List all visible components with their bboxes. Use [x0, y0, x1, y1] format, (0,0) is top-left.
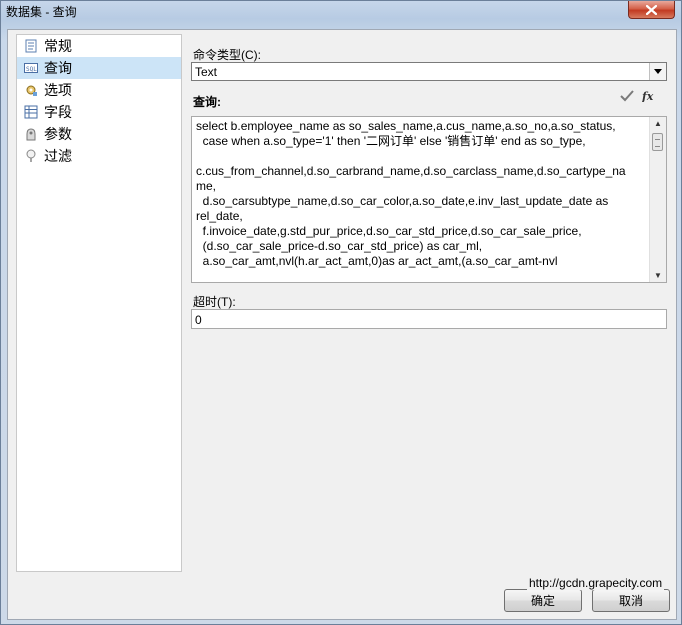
- query-line: [196, 149, 648, 164]
- options-icon: [23, 82, 39, 98]
- nav-item-general[interactable]: 常规: [17, 35, 181, 57]
- svg-text:fx: fx: [642, 90, 654, 102]
- scroll-up-icon[interactable]: ▲: [654, 119, 662, 128]
- nav-item-options[interactable]: 选项: [17, 79, 181, 101]
- dialog-content: 常规 SQL 查询 选项 字段 参数 过滤 命令类型(C): Text 查询: …: [7, 29, 677, 620]
- expression-fx-icon[interactable]: fx: [641, 90, 658, 105]
- query-line: me,: [196, 179, 217, 193]
- command-type-select[interactable]: Text: [191, 62, 667, 81]
- command-type-label: 命令类型(C):: [193, 48, 261, 62]
- title-bar: 数据集 - 查询: [1, 1, 681, 21]
- nav-item-fields[interactable]: 字段: [17, 101, 181, 123]
- query-line: f.invoice_date,g.std_pur_price,d.so_car_…: [196, 224, 582, 238]
- nav-item-label: 常规: [44, 38, 72, 54]
- query-line: a.so_car_amt,nvl(h.ar_act_amt,0)as ar_ac…: [196, 254, 558, 268]
- close-button[interactable]: [628, 1, 675, 19]
- dropdown-button[interactable]: [649, 63, 666, 80]
- query-scrollbar[interactable]: ▲ ▼: [649, 117, 666, 282]
- query-line: rel_date,: [196, 209, 243, 223]
- cancel-button[interactable]: 取消: [592, 589, 670, 612]
- close-icon: [646, 4, 657, 15]
- query-line: select b.employee_name as so_sales_name,…: [196, 119, 616, 133]
- window-title: 数据集 - 查询: [6, 5, 77, 19]
- ok-button[interactable]: 确定: [504, 589, 582, 612]
- scroll-down-icon[interactable]: ▼: [654, 271, 662, 280]
- chevron-down-icon: [654, 69, 662, 74]
- query-line: case when a.so_type='1' then '二网订单' else…: [196, 134, 586, 148]
- command-type-value: Text: [195, 65, 218, 79]
- svg-text:SQL: SQL: [26, 66, 37, 73]
- general-icon: [23, 38, 39, 54]
- validate-check-icon[interactable]: [620, 90, 634, 105]
- query-line: d.so_carsubtype_name,d.so_car_color,a.so…: [196, 194, 609, 208]
- nav-item-label: 选项: [44, 82, 72, 98]
- query-line: (d.so_car_sale_price-d.so_car_std_price)…: [196, 239, 483, 253]
- nav-item-filter[interactable]: 过滤: [17, 145, 181, 167]
- nav-item-query[interactable]: SQL 查询: [17, 57, 181, 79]
- timeout-input[interactable]: 0: [191, 309, 667, 329]
- query-icon: SQL: [23, 60, 39, 76]
- parameters-icon: [23, 126, 39, 142]
- nav-item-label: 过滤: [44, 148, 72, 164]
- cancel-button-label: 取消: [618, 594, 643, 608]
- ok-button-label: 确定: [530, 594, 555, 608]
- nav-list: 常规 SQL 查询 选项 字段 参数 过滤: [16, 34, 182, 572]
- fields-icon: [23, 104, 39, 120]
- query-label: 查询:: [193, 95, 221, 109]
- query-text: select b.employee_name as so_sales_name,…: [196, 119, 648, 269]
- nav-item-label: 字段: [44, 104, 72, 120]
- filter-icon: [23, 148, 39, 164]
- timeout-value: 0: [195, 313, 202, 327]
- nav-item-label: 查询: [44, 60, 72, 76]
- query-line: c.cus_from_channel,d.so_carbrand_name,d.…: [196, 164, 626, 178]
- scroll-thumb[interactable]: [652, 133, 663, 151]
- query-editor[interactable]: select b.employee_name as so_sales_name,…: [191, 116, 667, 283]
- watermark-url: http://gcdn.grapecity.com: [527, 576, 665, 590]
- query-toolbar: fx: [620, 90, 658, 105]
- nav-item-parameters[interactable]: 参数: [17, 123, 181, 145]
- timeout-label: 超时(T):: [193, 295, 236, 309]
- nav-item-label: 参数: [44, 126, 72, 142]
- dataset-dialog: 数据集 - 查询 常规 SQL 查询 选项 字段 参数 过滤 命令类型(C): …: [0, 0, 682, 625]
